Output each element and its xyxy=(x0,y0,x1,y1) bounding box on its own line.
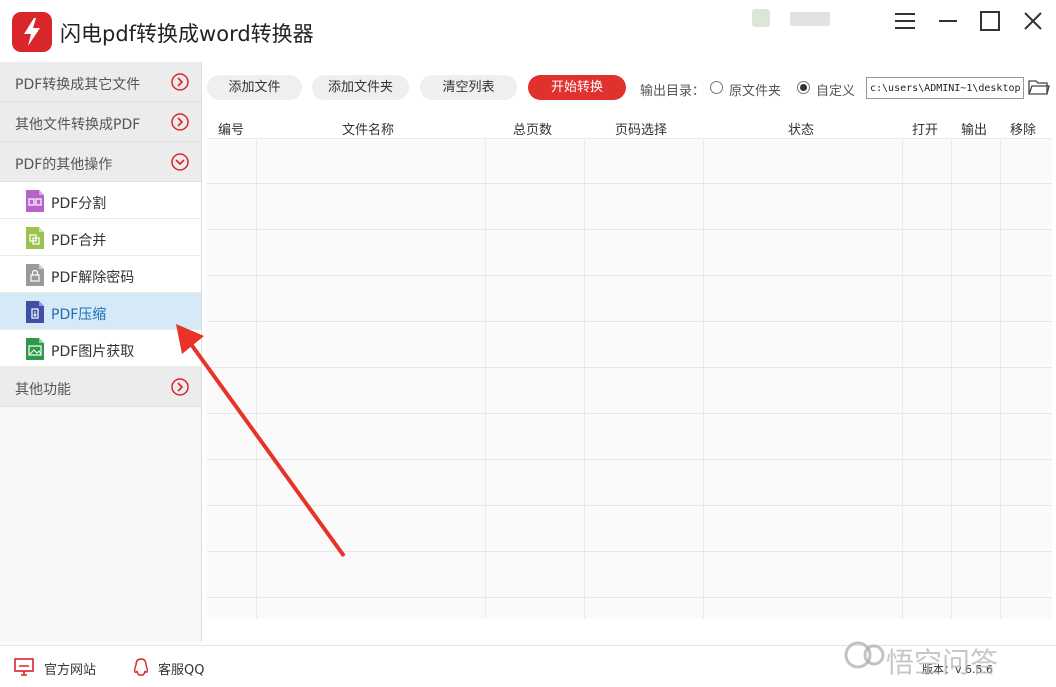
minimize-icon[interactable] xyxy=(935,8,961,34)
sidebar-group-pdf-other-ops[interactable]: PDF的其他操作 xyxy=(0,142,201,182)
table-divider xyxy=(951,139,952,619)
app-title: 闪电pdf转换成word转换器 xyxy=(60,22,314,46)
col-header-filename: 文件名称 xyxy=(342,123,395,138)
table-divider xyxy=(703,139,704,619)
table-divider xyxy=(902,139,903,619)
menu-icon[interactable] xyxy=(892,8,918,34)
user-avatar[interactable] xyxy=(752,9,770,27)
table-row-line xyxy=(207,505,1052,506)
radio-original-folder[interactable] xyxy=(710,81,723,94)
maximize-icon[interactable] xyxy=(977,8,1003,34)
sidebar-item-pdf-image-extract[interactable]: PDF图片获取 xyxy=(0,330,201,367)
sidebar-group-pdf-to-other[interactable]: PDF转换成其它文件 xyxy=(0,62,201,102)
table-divider xyxy=(1000,139,1001,619)
table-row-line xyxy=(207,551,1052,552)
table-row-line xyxy=(207,183,1052,184)
pdf-unlock-icon xyxy=(24,263,46,287)
sidebar-item-label: PDF图片获取 xyxy=(51,344,135,360)
sidebar-group-label: PDF的其他操作 xyxy=(15,157,113,173)
add-folder-button[interactable]: 添加文件夹 xyxy=(312,75,409,100)
official-site-link[interactable]: 官方网站 xyxy=(44,659,96,678)
folder-open-icon[interactable] xyxy=(1028,77,1050,97)
chevron-right-icon[interactable] xyxy=(170,377,190,397)
table-header: 编号 文件名称 总页数 页码选择 状态 打开 输出 移除 xyxy=(207,114,1052,139)
toolbar: 添加文件 添加文件夹 清空列表 开始转换 输出目录： 原文件夹 自定义 xyxy=(202,62,1056,114)
watermark-text: 悟空问答 xyxy=(886,646,999,679)
col-header-status: 状态 xyxy=(788,123,815,138)
table-row-line xyxy=(207,597,1052,598)
table-row-line xyxy=(207,229,1052,230)
col-header-open: 打开 xyxy=(912,123,939,138)
radio-original-folder-label: 原文件夹 xyxy=(729,84,782,99)
clear-list-button[interactable]: 清空列表 xyxy=(420,75,517,100)
sidebar-group-label: 其他功能 xyxy=(15,382,71,398)
chevron-right-icon[interactable] xyxy=(170,112,190,132)
col-header-remove: 移除 xyxy=(1010,123,1037,138)
sidebar-item-pdf-compress[interactable]: PDF压缩 xyxy=(0,293,201,330)
pdf-image-icon xyxy=(24,337,46,361)
col-header-output: 输出 xyxy=(961,123,988,138)
table-row-line xyxy=(207,275,1052,276)
pdf-compress-icon xyxy=(24,300,46,324)
sidebar-group-label: PDF转换成其它文件 xyxy=(15,77,141,93)
table-row-line xyxy=(207,459,1052,460)
title-bar: 闪电pdf转换成word转换器 xyxy=(0,0,1056,62)
output-dir-label: 输出目录： xyxy=(640,84,706,99)
support-qq-link[interactable]: 客服QQ xyxy=(158,659,204,678)
sidebar-group-other-functions[interactable]: 其他功能 xyxy=(0,367,201,407)
sidebar-item-label: PDF合并 xyxy=(51,233,107,249)
sidebar-item-label: PDF压缩 xyxy=(51,307,107,323)
user-name-blurred[interactable] xyxy=(790,12,830,26)
monitor-icon[interactable] xyxy=(14,657,34,677)
add-file-button[interactable]: 添加文件 xyxy=(207,75,302,100)
file-table: 编号 文件名称 总页数 页码选择 状态 打开 输出 移除 xyxy=(207,114,1052,619)
radio-custom[interactable] xyxy=(797,81,810,94)
table-row-line xyxy=(207,413,1052,414)
table-row-line xyxy=(207,321,1052,322)
table-body xyxy=(207,139,1052,619)
col-header-pages: 总页数 xyxy=(513,123,553,138)
col-header-page-range: 页码选择 xyxy=(615,123,668,138)
sidebar: PDF转换成其它文件 其他文件转换成PDF PDF的其他操作 PDF分割 PDF… xyxy=(0,62,202,642)
lightning-logo-icon xyxy=(12,12,52,52)
qq-penguin-icon[interactable] xyxy=(131,657,151,677)
close-icon[interactable] xyxy=(1020,8,1046,34)
table-divider xyxy=(485,139,486,619)
output-path-field[interactable] xyxy=(866,77,1024,99)
chevron-right-icon[interactable] xyxy=(170,72,190,92)
pdf-split-icon xyxy=(24,189,46,213)
start-convert-button[interactable]: 开始转换 xyxy=(528,75,626,100)
sidebar-item-pdf-unlock[interactable]: PDF解除密码 xyxy=(0,256,201,293)
chevron-down-icon[interactable] xyxy=(170,152,190,172)
col-header-index: 编号 xyxy=(218,123,245,138)
radio-custom-label: 自定义 xyxy=(816,84,856,99)
sidebar-group-other-to-pdf[interactable]: 其他文件转换成PDF xyxy=(0,102,201,142)
table-divider xyxy=(584,139,585,619)
sidebar-item-label: PDF分割 xyxy=(51,196,107,212)
pdf-merge-icon xyxy=(24,226,46,250)
sidebar-group-label: 其他文件转换成PDF xyxy=(15,117,141,133)
sidebar-item-pdf-merge[interactable]: PDF合并 xyxy=(0,219,201,256)
sidebar-item-label: PDF解除密码 xyxy=(51,270,135,286)
table-row-line xyxy=(207,367,1052,368)
table-divider xyxy=(256,139,257,619)
sidebar-item-pdf-split[interactable]: PDF分割 xyxy=(0,182,201,219)
